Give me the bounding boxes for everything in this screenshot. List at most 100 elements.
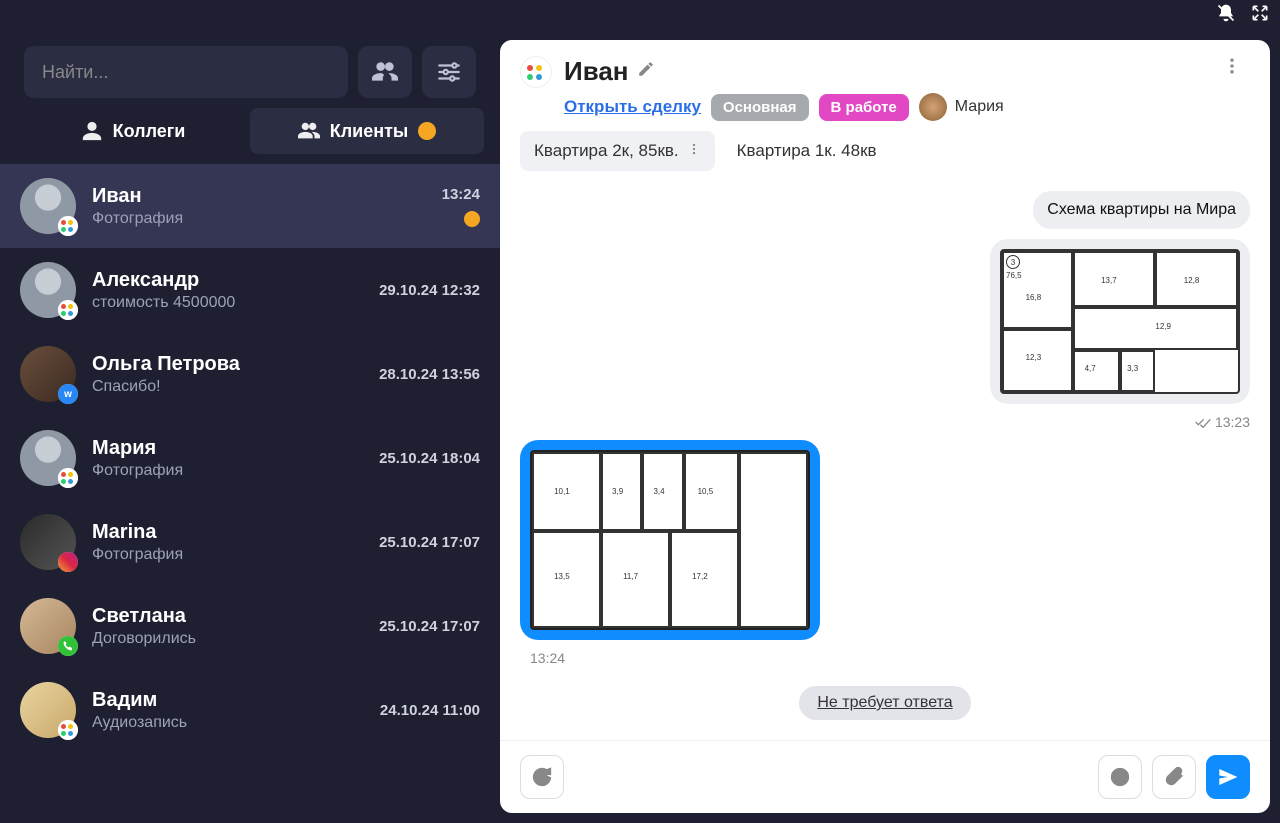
chat-title: Иван [564,56,629,87]
deal-tab-menu-icon[interactable] [687,141,701,161]
sidebar: Коллеги Клиенты Иван Фотография [0,30,500,823]
contact-name: Marina [92,521,363,544]
people-button[interactable] [358,46,412,98]
message-in-text[interactable]: Схема квартиры на Мира [1033,191,1250,229]
contact-name: Иван [92,185,426,208]
contact-name: Светлана [92,605,363,628]
main: Коллеги Клиенты Иван Фотография [0,30,1280,823]
contact-time: 25.10.24 17:07 [379,618,480,635]
messages[interactable]: Схема квартиры на Мира 3 76,5 16,8 [500,181,1270,740]
chat-header: Иван Открыть сделку Основная В работе Ма… [500,40,1270,131]
tab-clients-label: Клиенты [330,121,409,142]
contact-name: Ольга Петрова [92,353,363,376]
deal-pill-main[interactable]: Основная [711,94,809,121]
people-icon [372,59,398,85]
contact-item[interactable]: Вадим Аудиозапись 24.10.24 11:00 [0,668,500,752]
message-timestamp: 13:24 [530,650,565,666]
notification-badge [418,122,436,140]
floorplan-image: 3 76,5 16,8 13,7 12,8 12,3 4,7 3,3 12,9 [1000,249,1240,394]
contact-time: 13:24 [442,186,480,203]
contact-item[interactable]: Marina Фотография 25.10.24 17:07 [0,500,500,584]
contact-time: 24.10.24 11:00 [380,702,480,719]
tab-colleagues[interactable]: Коллеги [16,108,250,154]
tab-colleagues-label: Коллеги [113,121,186,142]
channel-logo [520,56,552,88]
chat-menu-button[interactable] [1214,56,1250,76]
send-button[interactable] [1206,755,1250,799]
avatar [20,598,76,654]
templates-button[interactable] [520,755,564,799]
chat-panel: Иван Открыть сделку Основная В работе Ма… [500,40,1270,813]
filter-button[interactable] [422,46,476,98]
contact-preview: стоимость 4500000 [92,294,363,312]
mute-icon[interactable] [1216,3,1236,28]
floorplan-image: 10,1 3,9 3,4 10,5 13,5 11,7 17,2 [530,450,810,630]
status-chip[interactable]: Не требует ответа [799,686,970,720]
titlebar [0,0,1280,30]
avatar [20,514,76,570]
contact-item[interactable]: Светлана Договорились 25.10.24 17:07 [0,584,500,668]
contact-time: 28.10.24 13:56 [379,366,480,383]
deal-tab[interactable]: Квартира 1к. 48кв [723,131,891,171]
deal-tab[interactable]: Квартира 2к, 85кв. [520,131,715,171]
contact-item[interactable]: w Ольга Петрова Спасибо! 28.10.24 13:56 [0,332,500,416]
deal-pill-status[interactable]: В работе [819,94,909,121]
message-text: Схема квартиры на Мира [1047,201,1236,218]
user-icon [81,120,103,142]
contact-preview: Аудиозапись [92,714,364,732]
attach-button[interactable] [1152,755,1196,799]
channel-badge-vk: w [58,384,78,404]
deal-tab-label: Квартира 2к, 85кв. [534,141,679,161]
app-root: Коллеги Клиенты Иван Фотография [0,0,1280,823]
emoji-button[interactable] [1098,755,1142,799]
assignee-avatar [919,93,947,121]
sidebar-tabs: Коллеги Клиенты [0,108,500,164]
unread-dot [464,211,480,227]
contact-item[interactable]: Мария Фотография 25.10.24 18:04 [0,416,500,500]
composer [500,740,1270,813]
users-icon [298,120,320,142]
contact-body: Иван Фотография [92,185,426,228]
contact-item[interactable]: Иван Фотография 13:24 [0,164,500,248]
contact-name: Вадим [92,689,364,712]
tab-clients[interactable]: Клиенты [250,108,484,154]
open-deal-link[interactable]: Открыть сделку [564,97,701,117]
contact-preview: Договорились [92,630,363,648]
message-in-image[interactable]: 3 76,5 16,8 13,7 12,8 12,3 4,7 3,3 12,9 [990,239,1250,404]
read-icon [1195,416,1211,428]
contact-time: 29.10.24 12:32 [379,282,480,299]
edit-icon[interactable] [637,60,655,83]
deal-tabs: Квартира 2к, 85кв. Квартира 1к. 48кв [500,131,1270,181]
contact-name: Александр [92,269,363,292]
avatar [20,178,76,234]
sliders-icon [436,59,462,85]
contact-preview: Спасибо! [92,378,363,396]
contact-name: Мария [92,437,363,460]
avatar [20,430,76,486]
deal-tab-label: Квартира 1к. 48кв [737,141,877,161]
search-row [0,30,500,108]
contact-item[interactable]: Александр стоимость 4500000 29.10.24 12:3… [0,248,500,332]
search-input[interactable] [24,46,348,98]
assignee-name: Мария [955,98,1004,116]
avatar [20,682,76,738]
channel-badge-multi [58,216,78,236]
channel-badge-multi [58,300,78,320]
contact-meta: 13:24 [442,186,480,227]
channel-badge-multi [58,720,78,740]
contact-time: 25.10.24 17:07 [379,534,480,551]
contact-list[interactable]: Иван Фотография 13:24 Александр стоимость… [0,164,500,823]
contact-preview: Фотография [92,210,426,228]
channel-badge-phone [58,636,78,656]
message-timestamp: 13:23 [1195,414,1250,430]
channel-badge-multi [58,468,78,488]
avatar: w [20,346,76,402]
contact-preview: Фотография [92,546,363,564]
contact-preview: Фотография [92,462,363,480]
message-out-image[interactable]: 10,1 3,9 3,4 10,5 13,5 11,7 17,2 [520,440,820,640]
channel-badge-instagram [58,552,78,572]
avatar [20,262,76,318]
contact-time: 25.10.24 18:04 [379,450,480,467]
expand-icon[interactable] [1250,3,1270,28]
assignee[interactable]: Мария [919,93,1004,121]
